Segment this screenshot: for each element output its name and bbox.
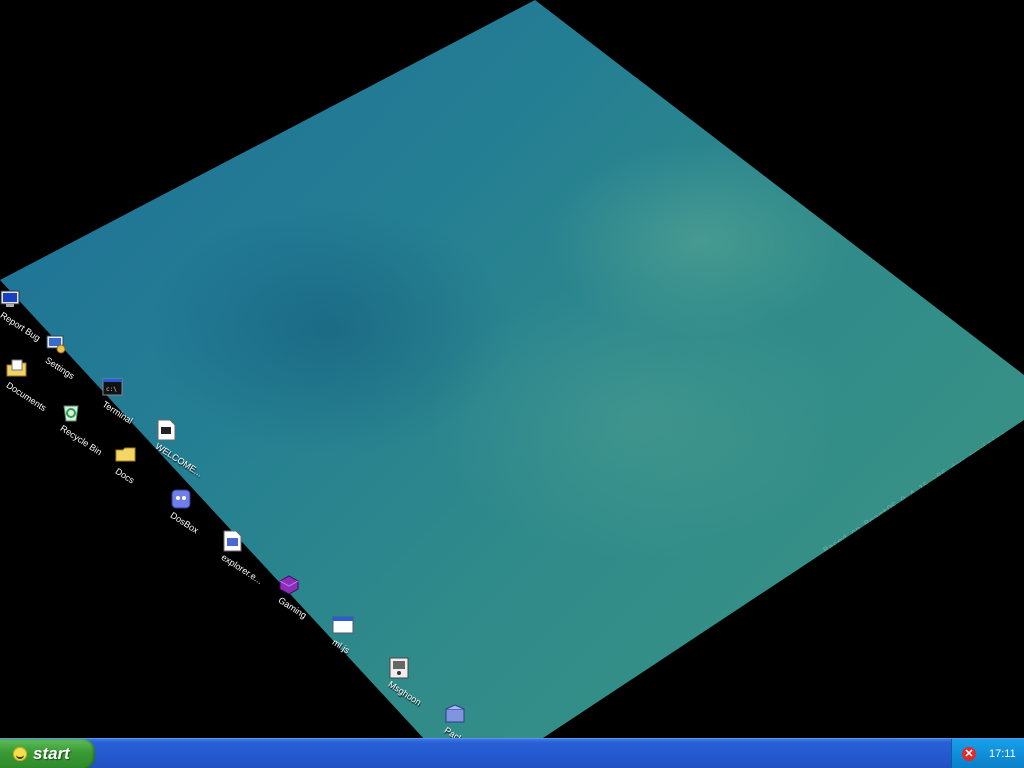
folder-icon [115,447,136,462]
taskbar: start ✕ 17:11 [0,738,1024,768]
report-bug-icon [0,290,20,307]
desktop-icon-label: Docs [113,466,137,486]
window-icon [332,616,354,634]
package-manager-icon [445,704,465,723]
desktop-watermark-version: Based on ReactOS 0.4.15-x86-dev-revision… [822,418,1024,557]
desktop-icon-label: Documents [4,380,49,414]
desktop-icon-label: Recycle Bin [58,423,104,458]
desktop-icon-label: DosBox [168,510,201,536]
error-icon[interactable]: ✕ [962,747,976,761]
desktop-icon-label: Gaming [276,595,309,621]
desktop-icon-label: Report Bug [0,310,43,344]
desktop-icon-label: ml.js [330,637,352,656]
documents-folder-icon [6,359,27,377]
gaming-icon [279,575,299,595]
msghoon-icon [389,657,409,679]
dosbox-icon [171,489,191,509]
start-logo-icon [13,747,27,761]
text-document-icon [157,419,176,441]
tray-clock[interactable]: 17:11 [989,748,1016,760]
start-button[interactable]: start [0,739,95,768]
system-tray: ✕ 17:11 [951,739,1024,768]
screen: ReactOS Based on ReactOS 0.4.15-x86-dev-… [0,0,1024,768]
application-icon [223,530,242,552]
terminal-icon: c:\ [102,378,123,396]
desktop-background[interactable]: ReactOS Based on ReactOS 0.4.15-x86-dev-… [0,0,1024,738]
settings-icon [46,335,66,354]
desktop-icon-label: Msghoon [386,679,424,708]
start-label: start [33,744,70,763]
desktop-icon-label: explorer.e... [219,552,265,587]
recycle-bin-icon [63,405,79,422]
svg-text:c:\: c:\ [106,386,117,393]
